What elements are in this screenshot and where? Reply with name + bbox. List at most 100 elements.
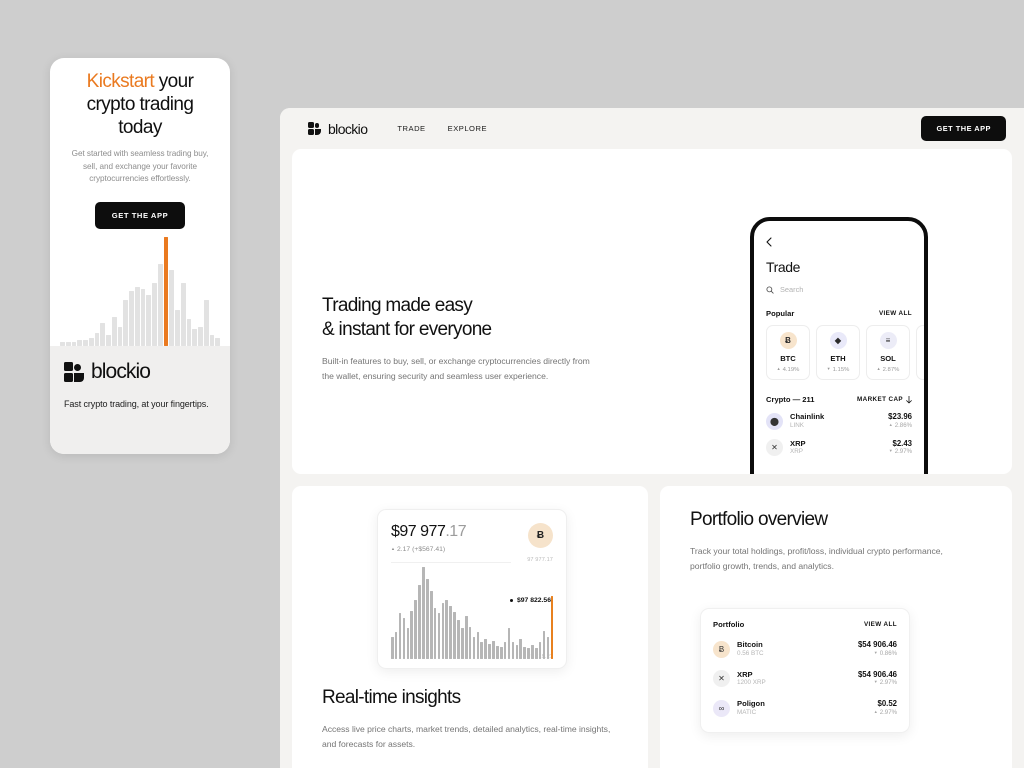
asset-row[interactable]: ✕ XRP1200 XRP $54 906.462.97% [713, 670, 897, 689]
insights-copy: Real-time insights Access live price cha… [322, 686, 622, 751]
promo-bar [140, 289, 146, 346]
price-value: $97 977.17 [391, 523, 467, 541]
coin-card-usd[interactable]: TUSD0.0 [916, 325, 924, 380]
header-get-the-app-button[interactable]: GET THE APP [921, 116, 1006, 141]
coin-card-sol[interactable]: ≡ SOL 2.87% [866, 325, 910, 380]
promo-top: Kickstart your crypto trading today Get … [50, 58, 230, 229]
promo-brand: blockio [64, 360, 216, 384]
asset-name: XRP [737, 669, 753, 679]
promo-bar [94, 333, 100, 346]
price-card-header: $97 977.17 2.17 (+$567.41) Ƀ [391, 523, 553, 553]
price-bar [484, 638, 487, 659]
price-bar [394, 632, 398, 659]
price-bar [391, 636, 394, 659]
promo-bar [134, 287, 140, 346]
promo-bar [123, 299, 128, 346]
price-bar [402, 618, 406, 659]
promo-bar [60, 341, 65, 346]
promo-bar [157, 263, 163, 346]
blockio-logo-icon [308, 122, 321, 135]
asset-change: 2.97% [889, 448, 912, 457]
coin-icon: ◆ [829, 332, 847, 349]
promo-tagline: Fast crypto trading, at your fingertips. [64, 399, 209, 409]
price-card-values: $97 977.17 2.17 (+$567.41) [391, 523, 467, 553]
portfolio-title: Portfolio overview [690, 509, 828, 530]
promo-bar [117, 327, 123, 346]
crypto-list-label: Crypto — 211 [766, 395, 815, 404]
coin-change: 0.0 [917, 366, 924, 373]
asset-price: $2.43 [892, 438, 912, 448]
chart-gridline [391, 562, 511, 563]
asset-values: $23.962.86% [888, 412, 912, 431]
asset-icon: ⬤ [766, 412, 783, 430]
price-marker: $97 822.56 [509, 597, 551, 604]
price-value-main: $97 977 [391, 523, 446, 540]
portfolio-view-all-button[interactable]: VIEW ALL [864, 621, 897, 628]
arrow-down-icon [906, 395, 912, 404]
popular-label: Popular [766, 309, 795, 318]
hero-title: Trading made easy & instant for everyone [322, 294, 602, 342]
browser-window: blockio TRADE EXPLORE GET THE APP Tradin… [280, 108, 1024, 768]
promo-footer: blockio Fast crypto trading, at your fin… [50, 346, 230, 454]
price-bar [406, 628, 410, 659]
hero-copy: Trading made easy & instant for everyone… [322, 294, 602, 383]
promo-bar [77, 339, 82, 346]
bottom-row: $97 977.17 2.17 (+$567.41) Ƀ 97 977.17 9… [292, 486, 1012, 768]
nav-item-explore[interactable]: EXPLORE [448, 124, 487, 133]
asset-price: $23.96 [888, 412, 912, 421]
insights-title: Real-time insights [322, 687, 461, 708]
price-bar [441, 602, 445, 659]
popular-section-header: Popular VIEW ALL [766, 309, 912, 318]
popular-view-all-button[interactable]: VIEW ALL [879, 310, 912, 317]
promo-card: Kickstart your crypto trading today Get … [50, 58, 230, 454]
asset-labels: Bitcoin 0.56 BTC [737, 640, 764, 658]
asset-subtitle: LINK [790, 421, 804, 429]
header-brand-name: blockio [328, 120, 368, 137]
price-bar [437, 613, 441, 659]
asset-row[interactable]: ⬤ ChainlinkLINK $23.962.86% [766, 412, 912, 431]
portfolio-rows: ɃBitcoin0.56 BTC$54 906.460.86%✕XRP1200 … [713, 640, 897, 718]
chevron-left-icon[interactable] [766, 237, 912, 247]
insights-section: $97 977.17 2.17 (+$567.41) Ƀ 97 977.17 9… [292, 486, 648, 768]
asset-values: $2.432.97% [889, 439, 912, 458]
price-delta: 2.17 (+$567.41) [391, 546, 466, 553]
promo-bar-chart [60, 236, 220, 346]
header-brand[interactable]: blockio [308, 120, 368, 137]
coin-icon: Ƀ [779, 332, 797, 349]
asset-price: $54 906.46 [857, 669, 897, 679]
asset-values: $54 906.460.86% [858, 640, 897, 659]
promo-get-the-app-button[interactable]: GET THE APP [94, 201, 186, 229]
chart-axis-high: 97 977.17 [527, 557, 553, 563]
phone-search-placeholder: Search [780, 285, 804, 294]
asset-change: 2.86% [888, 422, 912, 431]
price-bar [410, 610, 414, 659]
asset-name: XRP [790, 438, 806, 448]
asset-change: 2.97% [874, 709, 897, 718]
price-bar [527, 647, 530, 659]
price-bar [507, 628, 511, 659]
price-bar [488, 643, 491, 659]
asset-row[interactable]: Ƀ Bitcoin0.56 BTC $54 906.460.86% [713, 640, 897, 659]
price-bar [492, 640, 495, 659]
promo-bar [111, 316, 117, 346]
phone-search-input[interactable]: Search [766, 285, 912, 294]
promo-bar [175, 310, 180, 346]
price-bar [476, 632, 480, 659]
price-bar [550, 595, 554, 659]
market-cap-sort-button[interactable]: MARKET CAP [857, 395, 912, 404]
coin-card-eth[interactable]: ◆ ETH 1.15% [816, 325, 860, 380]
hero-section: Trading made easy & instant for everyone… [292, 149, 1012, 474]
price-bar-chart-bars [391, 567, 554, 659]
price-bar [546, 636, 550, 659]
coin-card-btc[interactable]: Ƀ BTC 4.19% [766, 325, 810, 380]
nav-item-trade[interactable]: TRADE [397, 124, 425, 133]
price-bar [433, 607, 437, 659]
phone-mockup: Trade Search Popular VIEW ALL Ƀ BTC 4.19% ◆… [750, 217, 928, 474]
asset-row[interactable]: ✕ XRPXRP $2.432.97% [766, 439, 912, 458]
promo-bar [192, 329, 197, 346]
crypto-list-header: Crypto — 211 MARKET CAP [766, 395, 912, 404]
asset-row[interactable]: ∞ PoligonMATIC $0.522.97% [713, 699, 897, 718]
blockio-logo-icon [64, 362, 84, 382]
price-bar [496, 645, 499, 659]
price-bar [472, 636, 476, 659]
